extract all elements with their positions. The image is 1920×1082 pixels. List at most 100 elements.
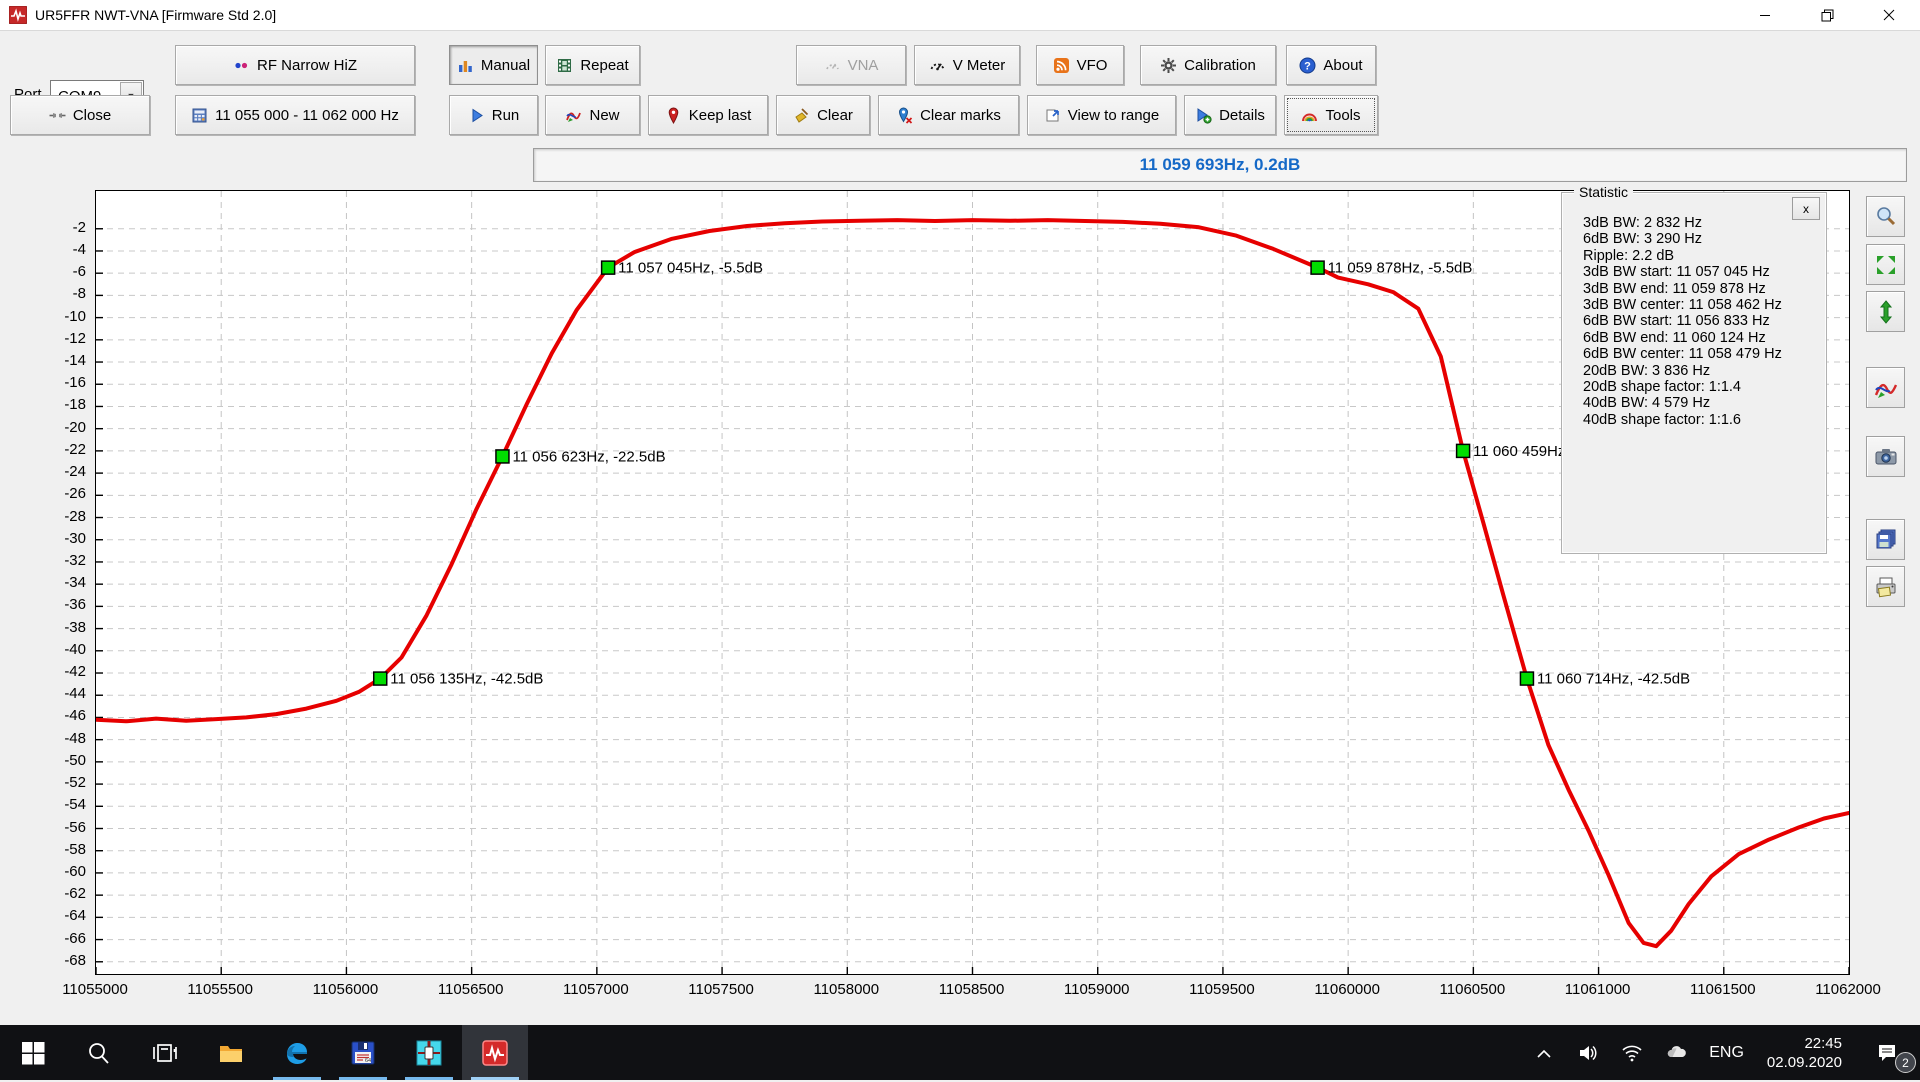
rainbow-icon bbox=[1301, 107, 1318, 124]
keep-last-label: Keep last bbox=[689, 107, 752, 124]
run-label: Run bbox=[492, 107, 520, 124]
y-tick-label: -50 bbox=[26, 752, 86, 769]
restore-button[interactable] bbox=[1796, 0, 1858, 30]
marker[interactable] bbox=[1520, 672, 1533, 685]
y-tick-label: -68 bbox=[26, 952, 86, 969]
onedrive-icon[interactable] bbox=[1654, 1025, 1698, 1080]
marker[interactable] bbox=[602, 261, 615, 274]
save-series-button[interactable] bbox=[1866, 519, 1905, 560]
minimize-button[interactable] bbox=[1734, 0, 1796, 30]
statistic-line: 6dB BW: 3 290 Hz bbox=[1583, 231, 1818, 247]
start-button[interactable] bbox=[0, 1025, 66, 1080]
x-tick-label: 11060500 bbox=[1427, 981, 1517, 998]
y-tick-label: -66 bbox=[26, 930, 86, 947]
y-tick-label: -40 bbox=[26, 641, 86, 658]
fit-vertical-button[interactable] bbox=[1866, 291, 1905, 332]
y-tick-label: -28 bbox=[26, 508, 86, 525]
x-tick-label: 11059500 bbox=[1177, 981, 1267, 998]
taskbar-search-button[interactable] bbox=[66, 1025, 132, 1080]
tray-time: 22:45 bbox=[1767, 1034, 1842, 1053]
toolbar: Port COM9 ▼ RF Narrow HiZ Manual Repeat … bbox=[0, 31, 1920, 145]
search-icon bbox=[86, 1040, 112, 1066]
volume-icon[interactable] bbox=[1566, 1025, 1610, 1080]
new-button[interactable]: New bbox=[545, 95, 640, 135]
fit-screen-button[interactable] bbox=[1866, 244, 1905, 285]
cursor-readout-bar: 11 059 693Hz, 0.2dB bbox=[533, 148, 1907, 182]
language-indicator[interactable]: ENG bbox=[1698, 1025, 1755, 1080]
vna-button[interactable]: VNA bbox=[796, 45, 906, 85]
statistic-line: 3dB BW: 2 832 Hz bbox=[1583, 215, 1818, 231]
calculator-icon bbox=[191, 107, 208, 124]
statistic-line: Ripple: 2.2 dB bbox=[1583, 248, 1818, 264]
manual-button[interactable]: Manual bbox=[449, 45, 538, 85]
repeat-button[interactable]: Repeat bbox=[545, 45, 640, 85]
wifi-icon[interactable] bbox=[1610, 1025, 1654, 1080]
marker[interactable] bbox=[496, 450, 509, 463]
edge-button[interactable] bbox=[264, 1025, 330, 1080]
details-button[interactable]: Details bbox=[1184, 95, 1276, 135]
y-tick-label: -24 bbox=[26, 463, 86, 480]
y-tick-label: -34 bbox=[26, 574, 86, 591]
y-tick-label: -12 bbox=[26, 330, 86, 347]
x-tick-label: 11061500 bbox=[1678, 981, 1768, 998]
about-button[interactable]: ? About bbox=[1286, 45, 1376, 85]
nwt-vna-app-button[interactable] bbox=[462, 1025, 528, 1080]
frequency-range-button[interactable]: 11 055 000 - 11 062 000 Hz bbox=[175, 95, 415, 135]
action-center-button[interactable]: 2 bbox=[1854, 1025, 1920, 1080]
graph-settings-button[interactable] bbox=[1866, 367, 1905, 408]
rf-dots-icon bbox=[233, 57, 250, 74]
run-button[interactable]: Run bbox=[449, 95, 538, 135]
y-tick-label: -14 bbox=[26, 352, 86, 369]
y-tick-label: -8 bbox=[26, 285, 86, 302]
marker[interactable] bbox=[1311, 261, 1324, 274]
red-pin-icon bbox=[665, 107, 682, 124]
print-button[interactable] bbox=[1866, 566, 1905, 607]
blue-pin-x-icon bbox=[896, 107, 913, 124]
cursor-readout: 11 059 693Hz, 0.2dB bbox=[1140, 155, 1301, 175]
tools-button[interactable]: Tools bbox=[1284, 95, 1378, 135]
marker-label: 11 059 878Hz, -5.5dB bbox=[1328, 260, 1473, 277]
fit-vertical-icon bbox=[1874, 300, 1898, 324]
marker-label: 11 060 714Hz, -42.5dB bbox=[1537, 671, 1690, 688]
marker[interactable] bbox=[1457, 444, 1470, 457]
marker[interactable] bbox=[374, 672, 387, 685]
x-tick-label: 11056000 bbox=[300, 981, 390, 998]
vfo-rss-icon bbox=[1053, 57, 1070, 74]
tray-clock[interactable]: 22:45 02.09.2020 bbox=[1755, 1034, 1854, 1072]
x-tick-label: 11058500 bbox=[927, 981, 1017, 998]
vfo-button[interactable]: VFO bbox=[1036, 45, 1124, 85]
task-view-button[interactable] bbox=[132, 1025, 198, 1080]
view-to-range-button[interactable]: View to range bbox=[1027, 95, 1176, 135]
marker-label: 11 056 623Hz, -22.5dB bbox=[512, 448, 665, 465]
clear-button[interactable]: Clear bbox=[776, 95, 870, 135]
x-tick-label: 11058000 bbox=[801, 981, 891, 998]
clear-marks-button[interactable]: Clear marks bbox=[878, 95, 1019, 135]
y-tick-label: -64 bbox=[26, 907, 86, 924]
x-tick-label: 11056500 bbox=[426, 981, 516, 998]
tray-chevron-up-icon[interactable] bbox=[1522, 1027, 1566, 1082]
zoom-icon bbox=[1874, 205, 1898, 229]
zoom-button[interactable] bbox=[1866, 196, 1905, 237]
screenshot-button[interactable] bbox=[1866, 436, 1905, 477]
close-window-button[interactable] bbox=[1858, 0, 1920, 30]
crystal-app-button[interactable] bbox=[396, 1025, 462, 1080]
app-icon bbox=[9, 6, 27, 24]
statistic-line: 3dB BW end: 11 059 878 Hz bbox=[1583, 281, 1818, 297]
keep-last-button[interactable]: Keep last bbox=[648, 95, 768, 135]
v-meter-button[interactable]: V Meter bbox=[914, 45, 1020, 85]
clear-marks-label: Clear marks bbox=[920, 107, 1001, 124]
task-view-icon bbox=[152, 1040, 178, 1066]
file-explorer-button[interactable] bbox=[198, 1025, 264, 1080]
new-label: New bbox=[589, 107, 619, 124]
x-tick-label: 11055000 bbox=[50, 981, 140, 998]
statistic-line: 20dB BW: 3 836 Hz bbox=[1583, 363, 1818, 379]
calibration-button[interactable]: Calibration bbox=[1140, 45, 1276, 85]
graph-icon bbox=[1874, 376, 1898, 400]
edge-icon bbox=[284, 1040, 310, 1066]
close-port-button[interactable]: Close bbox=[10, 95, 150, 135]
plug-icon bbox=[49, 107, 66, 124]
floppy-app-button[interactable]: 64 bbox=[330, 1025, 396, 1080]
rf-narrow-hiz-button[interactable]: RF Narrow HiZ bbox=[175, 45, 415, 85]
y-tick-label: -54 bbox=[26, 796, 86, 813]
vna-label: VNA bbox=[848, 57, 879, 74]
